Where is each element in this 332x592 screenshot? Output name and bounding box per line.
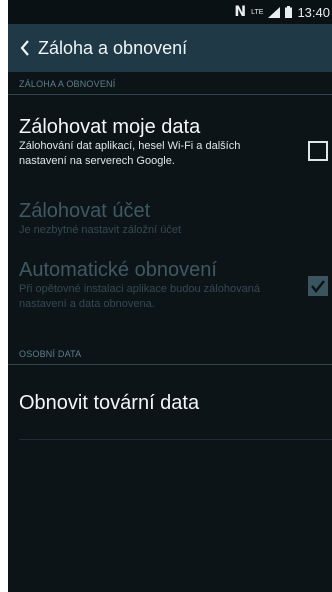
signal-icon bbox=[268, 6, 281, 18]
clock: 13:40 bbox=[297, 4, 330, 20]
divider bbox=[19, 439, 332, 440]
item-title: Automatické obnovení bbox=[19, 259, 217, 281]
status-icons: N LTE 13:40 bbox=[234, 3, 330, 21]
automatic-restore-item: Automatické obnovení Při opětovné instal… bbox=[8, 252, 332, 342]
lte-icon: LTE bbox=[251, 8, 264, 16]
backup-my-data-item[interactable]: Zálohovat moje data Zálohování dat aplik… bbox=[8, 95, 332, 192]
status-bar: N LTE 13:40 bbox=[8, 0, 332, 24]
nfc-icon: N bbox=[234, 4, 247, 20]
item-title: Zálohovat účet bbox=[19, 200, 151, 222]
automatic-restore-checkbox bbox=[308, 276, 328, 296]
item-title: Zálohovat moje data bbox=[19, 116, 201, 138]
action-bar: Záloha a obnovení bbox=[8, 24, 332, 72]
battery-icon bbox=[285, 6, 293, 18]
section-header-backup: ZÁLOHA A OBNOVENÍ bbox=[8, 72, 332, 95]
backup-account-item: Zálohovat účet Je nezbytné nastavit zálo… bbox=[8, 192, 332, 252]
page-title[interactable]: Záloha a obnovení bbox=[38, 38, 187, 59]
factory-data-reset-item[interactable]: Obnovit tovární data bbox=[8, 365, 332, 439]
item-summary: Je nezbytné nastavit záložní účet bbox=[19, 224, 182, 236]
backup-my-data-checkbox[interactable] bbox=[308, 141, 328, 161]
chevron-left-icon[interactable] bbox=[14, 24, 36, 72]
item-title: Obnovit tovární data bbox=[19, 392, 200, 414]
screen: N LTE 13:40 Záloha a obnovení ZÁLOHA A O… bbox=[8, 0, 332, 592]
item-summary: Zálohování dat aplikací, hesel Wi-Fi a d… bbox=[19, 140, 241, 167]
item-summary: Při opětovné instalaci aplikace budou zá… bbox=[19, 283, 260, 310]
section-header-personal-data: OSOBNÍ DATA bbox=[8, 342, 332, 365]
settings-list: ZÁLOHA A OBNOVENÍ Zálohovat moje data Zá… bbox=[8, 72, 332, 440]
